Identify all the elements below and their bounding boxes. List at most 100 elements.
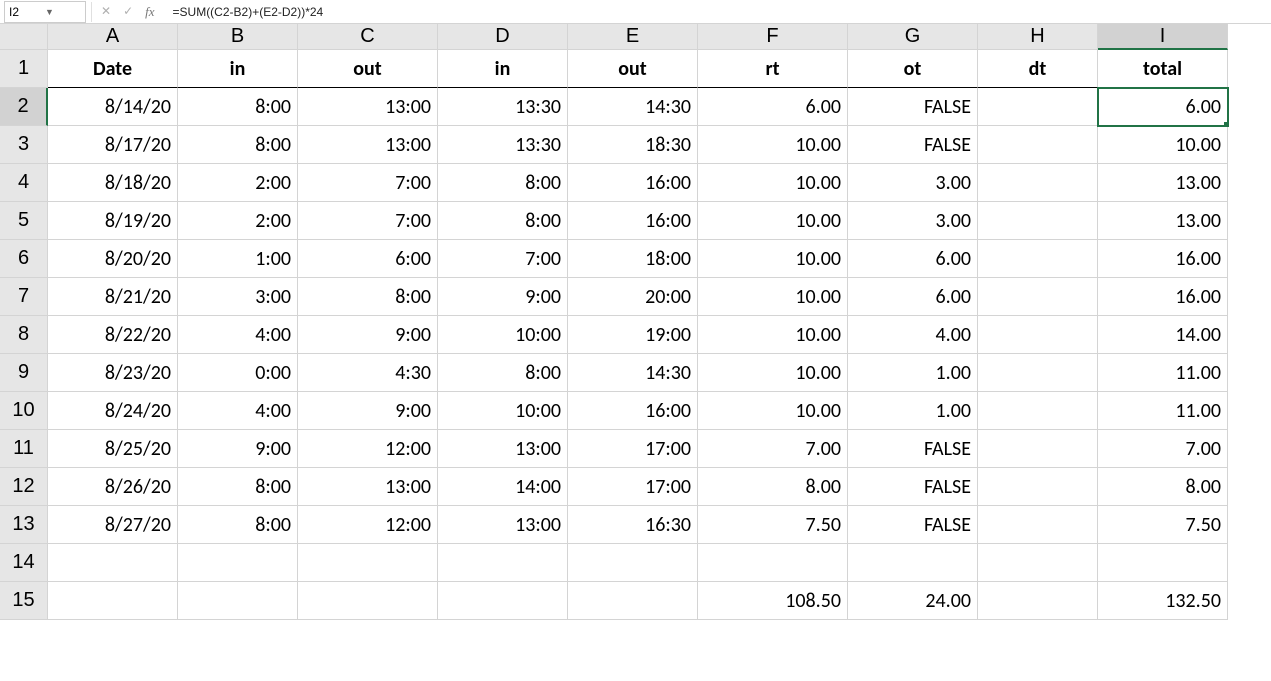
cell-I10[interactable]: 11.00	[1098, 392, 1228, 430]
cell-D4[interactable]: 8:00	[438, 164, 568, 202]
cell-F10[interactable]: 10.00	[698, 392, 848, 430]
row-header-14[interactable]: 14	[0, 544, 48, 582]
cell-H15[interactable]	[978, 582, 1098, 620]
cell-F15[interactable]: 108.50	[698, 582, 848, 620]
cell-B4[interactable]: 2:00	[178, 164, 298, 202]
cell-I11[interactable]: 7.00	[1098, 430, 1228, 468]
cell-B12[interactable]: 8:00	[178, 468, 298, 506]
row-header-1[interactable]: 1	[0, 50, 48, 88]
cell-E12[interactable]: 17:00	[568, 468, 698, 506]
header-cell-E[interactable]: out	[568, 50, 698, 88]
cell-H9[interactable]	[978, 354, 1098, 392]
cell-B8[interactable]: 4:00	[178, 316, 298, 354]
cell-E4[interactable]: 16:00	[568, 164, 698, 202]
cell-D14[interactable]	[438, 544, 568, 582]
cell-A4[interactable]: 8/18/20	[48, 164, 178, 202]
cell-F8[interactable]: 10.00	[698, 316, 848, 354]
cell-I4[interactable]: 13.00	[1098, 164, 1228, 202]
cell-B15[interactable]	[178, 582, 298, 620]
formula-input[interactable]	[167, 4, 1271, 20]
cell-C10[interactable]: 9:00	[298, 392, 438, 430]
cell-B3[interactable]: 8:00	[178, 126, 298, 164]
name-box[interactable]: I2 ▼	[4, 1, 86, 23]
name-box-dropdown-icon[interactable]: ▼	[45, 7, 81, 17]
cell-E7[interactable]: 20:00	[568, 278, 698, 316]
cell-D11[interactable]: 13:00	[438, 430, 568, 468]
cell-F11[interactable]: 7.00	[698, 430, 848, 468]
cell-G4[interactable]: 3.00	[848, 164, 978, 202]
cell-A2[interactable]: 8/14/20	[48, 88, 178, 126]
cell-E2[interactable]: 14:30	[568, 88, 698, 126]
cell-C13[interactable]: 12:00	[298, 506, 438, 544]
cell-F9[interactable]: 10.00	[698, 354, 848, 392]
row-header-12[interactable]: 12	[0, 468, 48, 506]
cell-H8[interactable]	[978, 316, 1098, 354]
row-header-13[interactable]: 13	[0, 506, 48, 544]
cell-E3[interactable]: 18:30	[568, 126, 698, 164]
col-header-E[interactable]: E	[568, 24, 698, 50]
row-header-3[interactable]: 3	[0, 126, 48, 164]
cell-C6[interactable]: 6:00	[298, 240, 438, 278]
cell-A15[interactable]	[48, 582, 178, 620]
col-header-D[interactable]: D	[438, 24, 568, 50]
cell-A10[interactable]: 8/24/20	[48, 392, 178, 430]
cell-E14[interactable]	[568, 544, 698, 582]
cell-C4[interactable]: 7:00	[298, 164, 438, 202]
fx-icon[interactable]: fx	[145, 4, 154, 20]
cell-B5[interactable]: 2:00	[178, 202, 298, 240]
cell-D2[interactable]: 13:30	[438, 88, 568, 126]
cell-B7[interactable]: 3:00	[178, 278, 298, 316]
cell-D3[interactable]: 13:30	[438, 126, 568, 164]
cell-D9[interactable]: 8:00	[438, 354, 568, 392]
cell-D10[interactable]: 10:00	[438, 392, 568, 430]
header-cell-A[interactable]: Date	[48, 50, 178, 88]
cell-E9[interactable]: 14:30	[568, 354, 698, 392]
cell-G15[interactable]: 24.00	[848, 582, 978, 620]
cell-C8[interactable]: 9:00	[298, 316, 438, 354]
cell-C9[interactable]: 4:30	[298, 354, 438, 392]
cell-B10[interactable]: 4:00	[178, 392, 298, 430]
cell-G2[interactable]: FALSE	[848, 88, 978, 126]
cell-C3[interactable]: 13:00	[298, 126, 438, 164]
cell-H10[interactable]	[978, 392, 1098, 430]
col-header-H[interactable]: H	[978, 24, 1098, 50]
row-header-5[interactable]: 5	[0, 202, 48, 240]
col-header-G[interactable]: G	[848, 24, 978, 50]
cell-G13[interactable]: FALSE	[848, 506, 978, 544]
cell-F7[interactable]: 10.00	[698, 278, 848, 316]
cell-G6[interactable]: 6.00	[848, 240, 978, 278]
cell-C14[interactable]	[298, 544, 438, 582]
cell-I6[interactable]: 16.00	[1098, 240, 1228, 278]
col-header-I[interactable]: I	[1098, 24, 1228, 50]
cell-G3[interactable]: FALSE	[848, 126, 978, 164]
cell-H2[interactable]	[978, 88, 1098, 126]
col-header-C[interactable]: C	[298, 24, 438, 50]
row-header-11[interactable]: 11	[0, 430, 48, 468]
header-cell-I[interactable]: total	[1098, 50, 1228, 88]
cell-A7[interactable]: 8/21/20	[48, 278, 178, 316]
cell-G5[interactable]: 3.00	[848, 202, 978, 240]
header-cell-B[interactable]: in	[178, 50, 298, 88]
cell-H13[interactable]	[978, 506, 1098, 544]
cell-E10[interactable]: 16:00	[568, 392, 698, 430]
cell-I13[interactable]: 7.50	[1098, 506, 1228, 544]
col-header-A[interactable]: A	[48, 24, 178, 50]
cell-A13[interactable]: 8/27/20	[48, 506, 178, 544]
cell-G12[interactable]: FALSE	[848, 468, 978, 506]
cell-I8[interactable]: 14.00	[1098, 316, 1228, 354]
row-header-2[interactable]: 2	[0, 88, 48, 126]
cell-H12[interactable]	[978, 468, 1098, 506]
cell-F5[interactable]: 10.00	[698, 202, 848, 240]
row-header-4[interactable]: 4	[0, 164, 48, 202]
cell-G7[interactable]: 6.00	[848, 278, 978, 316]
cell-A9[interactable]: 8/23/20	[48, 354, 178, 392]
cell-E6[interactable]: 18:00	[568, 240, 698, 278]
col-header-B[interactable]: B	[178, 24, 298, 50]
cell-F12[interactable]: 8.00	[698, 468, 848, 506]
cell-D15[interactable]	[438, 582, 568, 620]
select-all-corner[interactable]	[0, 24, 48, 50]
cell-A6[interactable]: 8/20/20	[48, 240, 178, 278]
cell-I5[interactable]: 13.00	[1098, 202, 1228, 240]
header-cell-H[interactable]: dt	[978, 50, 1098, 88]
cell-A14[interactable]	[48, 544, 178, 582]
